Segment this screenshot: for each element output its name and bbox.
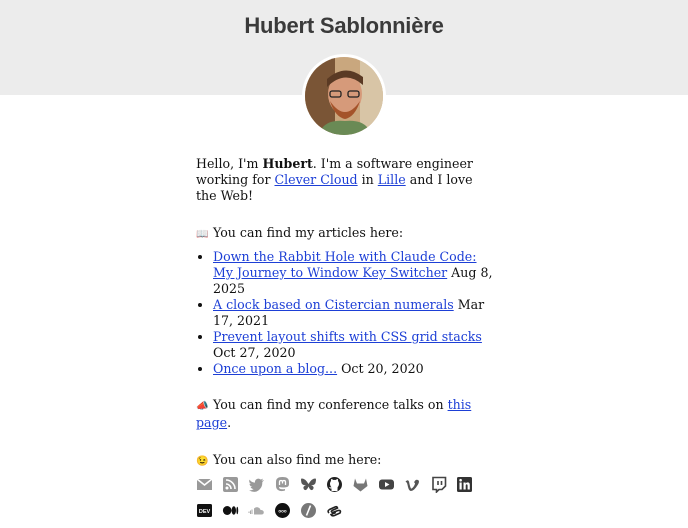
main-content: Hello, I'm Hubert. I'm a software engine… bbox=[196, 156, 496, 528]
lille-link[interactable]: Lille bbox=[378, 172, 406, 187]
rss-icon[interactable] bbox=[222, 476, 239, 493]
book-icon: 📖 bbox=[196, 229, 209, 240]
articles-heading: 📖 You can find my articles here: bbox=[196, 225, 496, 243]
clever-cloud-link[interactable]: Clever Cloud bbox=[274, 172, 357, 187]
list-item: Down the Rabbit Hole with Claude Code: M… bbox=[213, 249, 496, 297]
slash-icon[interactable] bbox=[300, 502, 317, 519]
articles-heading-text: You can find my articles here: bbox=[213, 225, 404, 240]
svg-text:ooo: ooo bbox=[278, 508, 286, 513]
article-date: Oct 20, 2020 bbox=[337, 361, 424, 376]
mixcloud-icon[interactable]: ooo bbox=[274, 502, 291, 519]
soundcloud-icon[interactable] bbox=[248, 502, 265, 519]
vimeo-icon[interactable] bbox=[404, 476, 421, 493]
talks-text: You can find my conference talks on bbox=[213, 397, 448, 412]
list-item: Prevent layout shifts with CSS grid stac… bbox=[213, 329, 496, 361]
gitlab-icon[interactable] bbox=[352, 476, 369, 493]
intro-name: Hubert bbox=[262, 156, 313, 171]
article-link[interactable]: A clock based on Cistercian numerals bbox=[213, 297, 454, 312]
youtube-icon[interactable] bbox=[378, 476, 395, 493]
article-date: Oct 27, 2020 bbox=[213, 345, 296, 360]
intro-paragraph: Hello, I'm Hubert. I'm a software engine… bbox=[196, 156, 496, 204]
twitch-icon[interactable] bbox=[430, 476, 447, 493]
linkedin-icon[interactable] bbox=[456, 476, 473, 493]
article-link[interactable]: Down the Rabbit Hole with Claude Code: M… bbox=[213, 249, 477, 280]
list-item: Once upon a blog... Oct 20, 2020 bbox=[213, 361, 496, 377]
svg-text:DEV: DEV bbox=[199, 509, 211, 515]
megaphone-icon: 📣 bbox=[196, 401, 209, 412]
twitter-icon[interactable] bbox=[248, 476, 265, 493]
bluesky-icon[interactable] bbox=[300, 476, 317, 493]
intro-text-2: in bbox=[357, 172, 378, 187]
list-item: A clock based on Cistercian numerals Mar… bbox=[213, 297, 496, 329]
avatar bbox=[302, 54, 386, 138]
intro-hello: Hello, I'm bbox=[196, 156, 263, 171]
social-icons: DEV ooo bbox=[196, 476, 486, 528]
gmail-icon[interactable] bbox=[196, 476, 213, 493]
github-icon[interactable] bbox=[326, 476, 343, 493]
articles-list: Down the Rabbit Hole with Claude Code: M… bbox=[196, 249, 496, 377]
mastodon-icon[interactable] bbox=[274, 476, 291, 493]
article-link[interactable]: Prevent layout shifts with CSS grid stac… bbox=[213, 329, 482, 344]
social-heading-text: You can also find me here: bbox=[213, 452, 382, 467]
article-link[interactable]: Once upon a blog... bbox=[213, 361, 337, 376]
speakerdeck-icon[interactable] bbox=[326, 502, 343, 519]
talks-suffix: . bbox=[227, 415, 232, 430]
medium-icon[interactable] bbox=[222, 502, 239, 519]
talks-paragraph: 📣 You can find my conference talks on thi… bbox=[196, 397, 496, 431]
site-title: Hubert Sablonnière bbox=[244, 13, 444, 38]
wink-icon: 😉 bbox=[196, 456, 209, 467]
dev-icon[interactable]: DEV bbox=[196, 502, 213, 519]
social-heading: 😉 You can also find me here: bbox=[196, 452, 496, 470]
